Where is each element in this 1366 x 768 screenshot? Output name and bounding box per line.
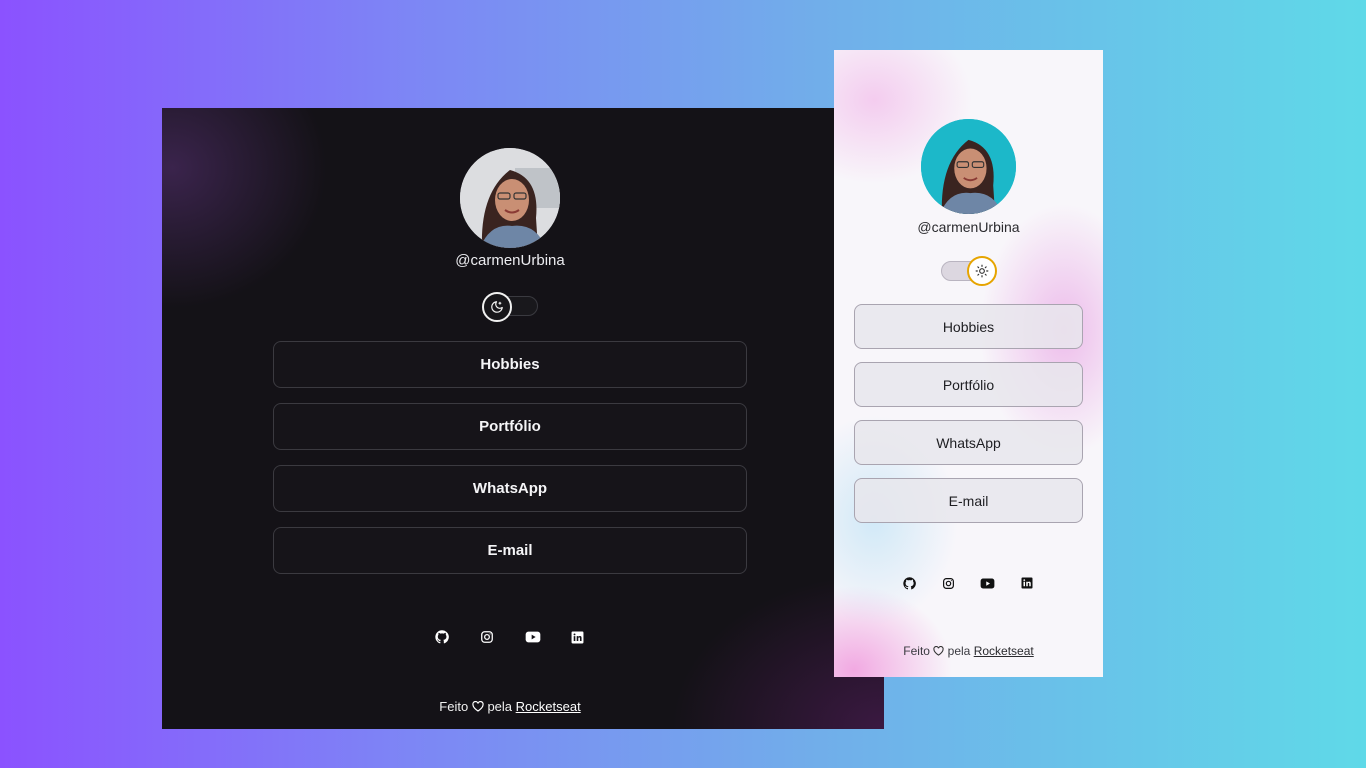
hobbies-button[interactable]: Hobbies <box>273 341 747 388</box>
email-button[interactable]: E-mail <box>273 527 747 574</box>
github-icon[interactable] <box>432 627 452 647</box>
theme-toggle[interactable] <box>940 256 998 286</box>
portfolio-button[interactable]: Portfólio <box>854 362 1083 407</box>
profile-avatar <box>921 119 1016 214</box>
github-icon[interactable] <box>901 575 917 591</box>
footer: Feito pela Rocketseat <box>162 699 858 714</box>
username: @carmenUrbina <box>455 252 565 269</box>
dark-theme-preview: @carmenUrbina Hobbies Portfólio WhatsApp… <box>162 108 884 729</box>
theme-toggle[interactable] <box>482 292 538 322</box>
rocketseat-link[interactable]: Rocketseat <box>974 644 1034 658</box>
light-theme-preview: @carmenUrbina Hobbies Portfólio WhatsApp… <box>834 50 1103 677</box>
linkedin-icon[interactable] <box>568 627 588 647</box>
social-links <box>901 575 1035 591</box>
footer: Feito pela Rocketseat <box>834 644 1103 658</box>
footer-prefix: Feito <box>903 644 930 658</box>
footer-middle: pela <box>947 644 971 658</box>
toggle-knob[interactable] <box>967 256 997 286</box>
whatsapp-button[interactable]: WhatsApp <box>273 465 747 512</box>
youtube-icon[interactable] <box>980 575 996 591</box>
toggle-knob[interactable] <box>482 292 512 322</box>
portfolio-button[interactable]: Portfólio <box>273 403 747 450</box>
instagram-icon[interactable] <box>477 627 497 647</box>
profile-avatar <box>460 148 560 248</box>
moon-icon <box>491 301 503 313</box>
footer-prefix: Feito <box>439 699 469 714</box>
link-list: Hobbies Portfólio WhatsApp E-mail <box>854 304 1083 536</box>
heart-icon <box>933 646 944 656</box>
social-links <box>432 627 588 647</box>
username: @carmenUrbina <box>917 219 1020 235</box>
hobbies-button[interactable]: Hobbies <box>854 304 1083 349</box>
email-button[interactable]: E-mail <box>854 478 1083 523</box>
instagram-icon[interactable] <box>940 575 956 591</box>
footer-middle: pela <box>487 699 513 714</box>
rocketseat-link[interactable]: Rocketseat <box>516 699 581 714</box>
sun-icon <box>975 264 989 278</box>
link-list: Hobbies Portfólio WhatsApp E-mail <box>273 341 747 589</box>
whatsapp-button[interactable]: WhatsApp <box>854 420 1083 465</box>
linkedin-icon[interactable] <box>1019 575 1035 591</box>
youtube-icon[interactable] <box>523 627 543 647</box>
heart-icon <box>472 701 484 712</box>
